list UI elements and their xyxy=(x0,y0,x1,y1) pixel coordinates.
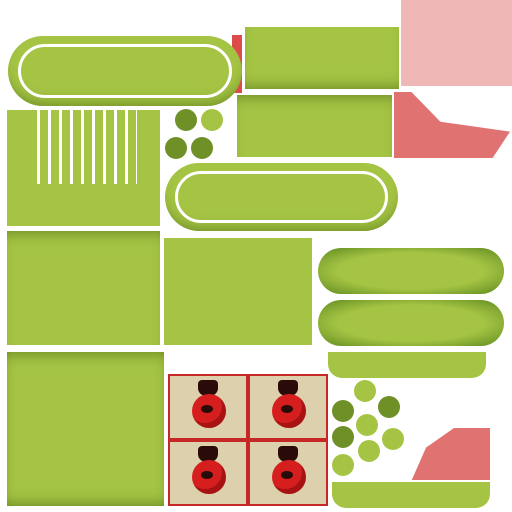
dot xyxy=(175,109,197,131)
ladybug-sprite xyxy=(248,440,328,506)
dot xyxy=(358,440,380,462)
stripe-panel xyxy=(7,110,160,226)
salmon-wedge-lower xyxy=(410,428,490,484)
rounded-bar-2 xyxy=(318,300,504,346)
pill-banner-middle xyxy=(165,163,398,231)
pill-banner-top-left xyxy=(8,36,242,106)
sprite-sheet xyxy=(168,374,328,506)
ladybug-icon xyxy=(192,460,226,494)
panel-top-right-2 xyxy=(237,95,392,157)
ladybug-icon xyxy=(272,460,306,494)
pill-outline xyxy=(175,171,388,223)
dot xyxy=(165,137,187,159)
dot xyxy=(382,428,404,450)
panel-mid-left xyxy=(7,231,160,345)
ladybug-sprite xyxy=(168,374,248,440)
rounded-bar-1 xyxy=(318,248,504,294)
ladybug-icon xyxy=(192,394,226,428)
dot-cluster-top xyxy=(165,105,230,165)
dot xyxy=(332,454,354,476)
salmon-wedge xyxy=(394,92,510,158)
rounded-tray-top xyxy=(328,350,486,378)
pill-outline xyxy=(18,44,232,98)
dot xyxy=(332,400,354,422)
dot xyxy=(354,380,376,402)
stripe-group xyxy=(37,110,137,184)
dot-cluster-bottom xyxy=(330,380,410,478)
rounded-tray-bottom xyxy=(332,480,490,508)
pink-block xyxy=(401,0,512,86)
panel-bottom-left xyxy=(7,352,164,506)
panel-mid-center xyxy=(164,238,312,345)
dot xyxy=(332,426,354,448)
dot xyxy=(356,414,378,436)
dot xyxy=(378,396,400,418)
ladybug-icon xyxy=(272,394,306,428)
dot xyxy=(201,109,223,131)
ladybug-sprite xyxy=(248,374,328,440)
panel-top-right-1 xyxy=(245,27,399,89)
ladybug-sprite xyxy=(168,440,248,506)
dot xyxy=(191,137,213,159)
